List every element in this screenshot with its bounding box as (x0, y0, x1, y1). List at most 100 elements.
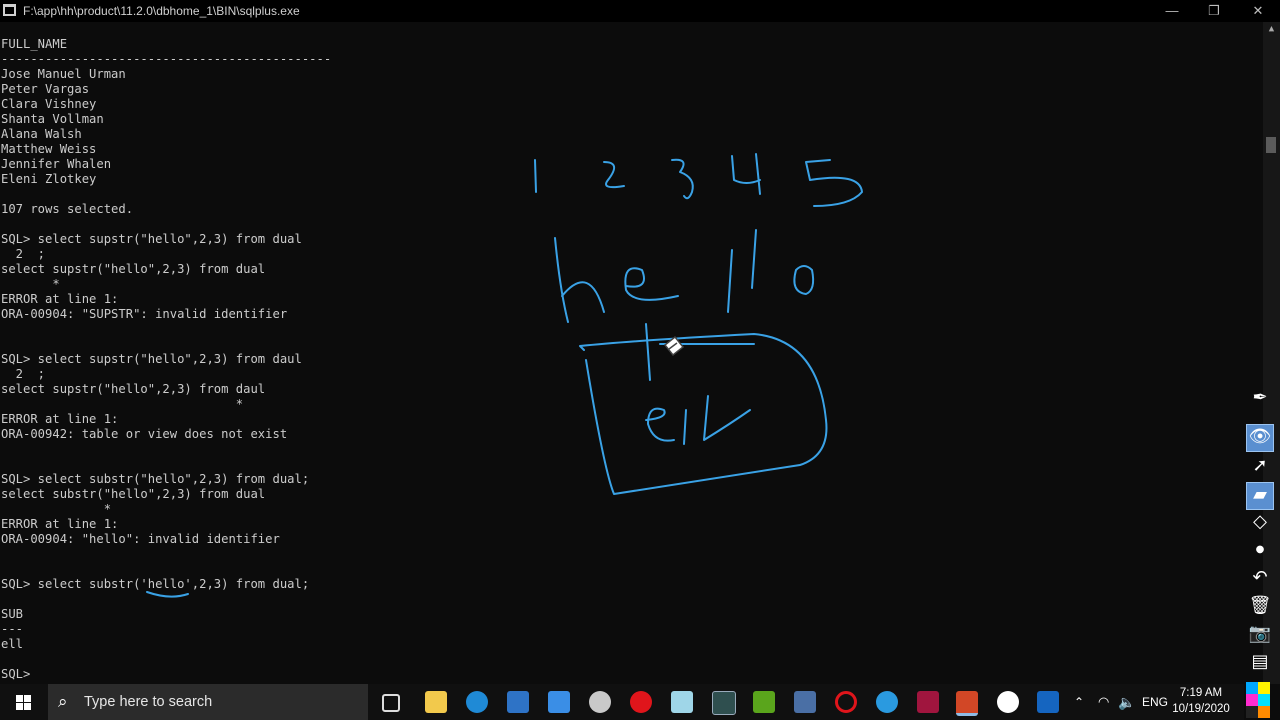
console-line: Jose Manuel Urman (1, 67, 126, 81)
console-line: ERROR at line 1: (1, 412, 119, 426)
clock-time: 7:19 AM (1179, 687, 1223, 699)
annotation-toolbar: ✒ 👁 ➚ ▰ ◇ ● ↶ 🗑 📷 ▤ (1244, 384, 1276, 684)
console-line: * (1, 277, 60, 291)
eraser-icon[interactable]: ◇ (1248, 510, 1272, 534)
network-app-icon[interactable] (794, 691, 816, 713)
cyan-swatch[interactable] (1246, 682, 1258, 694)
cursor-arrow-icon[interactable]: ➚ (1248, 454, 1272, 478)
blue-app-icon[interactable] (876, 691, 898, 713)
console-line: FULL_NAME (1, 37, 68, 51)
console-line: ell (1, 637, 24, 651)
notes-app-icon[interactable] (671, 691, 693, 713)
start-button[interactable] (0, 684, 46, 720)
console-line: Matthew Weiss (1, 142, 97, 156)
eraser-cursor-icon (663, 335, 685, 361)
file-explorer-icon[interactable] (425, 691, 447, 713)
orange-swatch[interactable] (1258, 706, 1270, 718)
console-line: ERROR at line 1: (1, 517, 119, 531)
console-line: select substr("hello",2,3) from dual (1, 487, 266, 501)
powerpoint-icon[interactable] (956, 691, 978, 716)
yellow-swatch[interactable] (1258, 682, 1270, 694)
console-line: ERROR at line 1: (1, 292, 119, 306)
minimize-button[interactable]: — (1150, 0, 1194, 22)
dot-size-icon[interactable]: ● (1248, 538, 1272, 562)
console-app-icon (3, 4, 16, 16)
console-line: 2 ; (1, 367, 46, 381)
console-line: select supstr("hello",2,3) from dual (1, 262, 266, 276)
scroll-up-arrow-icon[interactable]: ▲ (1263, 24, 1280, 38)
mail-icon[interactable] (548, 691, 570, 713)
console-line: Eleni Zlotkey (1, 172, 97, 186)
console-line: Alana Walsh (1, 127, 82, 141)
console-line: SQL> select substr("hello",2,3) from dua… (1, 472, 310, 486)
highlighter-icon[interactable]: ▰ (1246, 482, 1274, 510)
color-palette[interactable] (1246, 682, 1280, 720)
console-line: ORA-00904: "SUPSTR": invalid identifier (1, 307, 288, 321)
task-view-icon[interactable] (382, 694, 400, 712)
taskbar-search-box[interactable]: ⌕ Type here to search (48, 684, 368, 720)
aqua-swatch[interactable] (1258, 694, 1270, 706)
edge-icon[interactable] (466, 691, 488, 713)
scroll-thumb[interactable] (1266, 137, 1276, 153)
title-bar: F:\app\hh\product\11.2.0\dbhome_1\BIN\sq… (0, 0, 1280, 22)
taskbar: ⌕ Type here to search ⌃ ◠ 🔈 ENG 7:19 AM … (0, 684, 1244, 720)
console-line: Clara Vishney (1, 97, 97, 111)
opera-gx-icon[interactable] (835, 691, 857, 713)
console-line: 2 ; (1, 247, 46, 261)
notepad-icon[interactable]: ▤ (1248, 650, 1272, 674)
bird-app-icon[interactable] (589, 691, 611, 713)
console-line: SUB (1, 607, 24, 621)
photos-app-icon[interactable] (712, 691, 736, 715)
opera-icon[interactable] (630, 691, 652, 713)
black-swatch[interactable] (1246, 706, 1258, 718)
console-line: Shanta Vollman (1, 112, 104, 126)
console-line: select supstr("hello",2,3) from daul (1, 382, 266, 396)
console-line: 107 rows selected. (1, 202, 134, 216)
magenta-swatch[interactable] (1246, 694, 1258, 706)
pen-nib-icon[interactable]: ✒ (1248, 386, 1272, 410)
console-line: ----------------------------------------… (1, 52, 332, 66)
console-line: Peter Vargas (1, 82, 90, 96)
console-line: * (1, 397, 244, 411)
console-line: SQL> select supstr("hello",2,3) from dua… (1, 232, 302, 246)
console-line: --- (1, 622, 24, 636)
console-output[interactable]: FULL_NAME -------------------------------… (1, 37, 1261, 682)
store-icon[interactable] (507, 691, 529, 713)
console-line: ORA-00942: table or view does not exist (1, 427, 288, 441)
window-title: F:\app\hh\product\11.2.0\dbhome_1\BIN\sq… (23, 4, 300, 18)
search-icon: ⌕ (58, 692, 68, 711)
close-button[interactable]: ✕ (1236, 0, 1280, 22)
window-app-icon[interactable] (1037, 691, 1059, 713)
undo-icon[interactable]: ↶ (1248, 566, 1272, 590)
console-line: ORA-00904: "hello": invalid identifier (1, 532, 280, 546)
console-line: * (1, 502, 112, 516)
console-line: SQL> select supstr("hello",2,3) from dau… (1, 352, 302, 366)
console-line: SQL> (1, 667, 38, 681)
pink-app-icon[interactable] (917, 691, 939, 713)
language-indicator[interactable]: ENG (1142, 684, 1168, 720)
console-line: Jennifer Whalen (1, 157, 112, 171)
maximize-button[interactable]: ❐ (1192, 0, 1236, 22)
system-clock[interactable]: 7:19 AM 10/19/2020 (1170, 685, 1232, 717)
pen-app-icon[interactable] (997, 691, 1019, 713)
wifi-icon[interactable]: ◠ (1098, 684, 1109, 720)
search-placeholder[interactable]: Type here to search (84, 694, 212, 710)
camera-icon[interactable]: 📷 (1248, 622, 1272, 646)
trash-icon[interactable]: 🗑 (1248, 594, 1272, 618)
console-line: SQL> select substr('hello',2,3) from dua… (1, 577, 310, 591)
clock-date: 10/19/2020 (1172, 703, 1230, 715)
chevron-up-icon[interactable]: ⌃ (1074, 684, 1084, 720)
eye-icon[interactable]: 👁 (1246, 424, 1274, 452)
volume-icon[interactable]: 🔈 (1118, 684, 1135, 720)
nvidia-icon[interactable] (753, 691, 775, 713)
